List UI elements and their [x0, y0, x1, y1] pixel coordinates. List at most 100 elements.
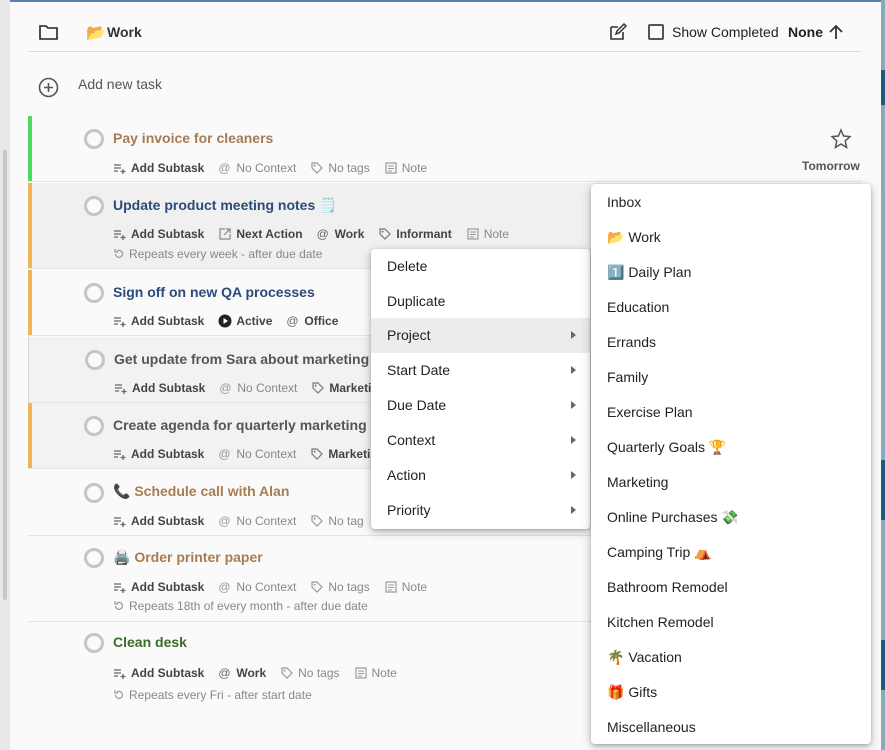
sort-mode-label[interactable]: None [788, 24, 823, 40]
menu-item-context[interactable]: Context [371, 423, 590, 458]
add-subtask-icon [114, 517, 126, 527]
menu-item-duplicate[interactable]: Duplicate [371, 284, 590, 319]
project-option[interactable]: 🎁 Gifts [607, 684, 657, 701]
edit-icon[interactable] [608, 22, 628, 42]
project-option[interactable]: Online Purchases 💸 [607, 509, 739, 526]
note-field[interactable]: Note [384, 580, 427, 594]
add-subtask[interactable]: Add Subtask [113, 580, 204, 594]
menu-item-delete[interactable]: Delete [371, 249, 590, 284]
project-option[interactable]: Marketing [607, 474, 668, 490]
task-title[interactable]: 🖨️ Order printer paper [113, 549, 263, 566]
complete-checkbox[interactable] [84, 483, 104, 503]
project-option[interactable]: Family [607, 369, 648, 385]
task-title[interactable]: 📞 Schedule call with Alan [113, 483, 289, 500]
task-title[interactable]: Create agenda for quarterly marketing me [113, 417, 391, 433]
folder-icon[interactable] [39, 24, 58, 40]
menu-item-project[interactable]: Project [371, 318, 590, 353]
task-meta: Add Subtask Next Action @ Work Informant … [113, 227, 523, 241]
menu-item-due-date[interactable]: Due Date [371, 388, 590, 423]
context-field[interactable]: @ No Context [218, 580, 296, 594]
complete-checkbox[interactable] [84, 416, 104, 436]
task-row[interactable]: Pay invoice for cleaners Add Subtask @ No… [28, 116, 861, 182]
add-subtask[interactable]: Add Subtask [113, 514, 204, 528]
context-field[interactable]: @ Office [286, 314, 338, 328]
left-scrollbar[interactable] [0, 0, 10, 750]
menu-item-start-date[interactable]: Start Date [371, 353, 590, 388]
menu-item-action[interactable]: Action [371, 458, 590, 493]
repeat-info[interactable]: Repeats every Fri - after start date [113, 688, 312, 702]
context-field[interactable]: @ No Context [219, 381, 297, 395]
context-field[interactable]: @ No Context [218, 161, 296, 175]
project-option[interactable]: Miscellaneous [607, 719, 696, 735]
context-field[interactable]: @ Work [317, 227, 365, 241]
tags-field[interactable]: No tags [310, 580, 370, 594]
note-field[interactable]: Note [354, 666, 397, 680]
task-title[interactable]: Update product meeting notes 🗒️ [113, 197, 337, 214]
context-field[interactable]: @ No Context [218, 447, 296, 461]
add-subtask-icon [114, 164, 126, 174]
project-option[interactable]: Kitchen Remodel [607, 614, 714, 630]
tags-field[interactable]: No tags [280, 666, 340, 680]
show-completed-checkbox[interactable] [648, 24, 664, 40]
project-option[interactable]: Bathroom Remodel [607, 579, 728, 595]
task-title[interactable]: Sign off on new QA processes [113, 284, 315, 300]
priority-bar [28, 183, 32, 268]
add-subtask[interactable]: Add Subtask [113, 227, 204, 241]
next-action-icon [219, 228, 231, 240]
arrow-up-icon[interactable] [827, 23, 845, 41]
project-option[interactable]: Quarterly Goals 🏆 [607, 439, 726, 456]
complete-checkbox[interactable] [84, 548, 104, 568]
tags-field[interactable]: Marketi [310, 447, 370, 461]
add-circle-icon[interactable] [38, 77, 59, 98]
task-title[interactable]: Pay invoice for cleaners [113, 130, 273, 146]
repeat-info[interactable]: Repeats every week - after due date [113, 247, 322, 261]
project-option[interactable]: 1️⃣ Daily Plan [607, 264, 691, 281]
action-field[interactable]: Active [218, 314, 272, 328]
add-subtask[interactable]: Add Subtask [113, 666, 204, 680]
repeat-info[interactable]: Repeats 18th of every month - after due … [113, 599, 368, 613]
tag-icon [379, 228, 392, 240]
complete-checkbox[interactable] [84, 633, 104, 653]
add-subtask[interactable]: Add Subtask [113, 161, 204, 175]
project-option[interactable]: Exercise Plan [607, 404, 693, 420]
star-icon[interactable] [830, 128, 852, 150]
add-subtask-icon [114, 669, 126, 679]
action-field[interactable]: Next Action [218, 227, 303, 241]
tag-icon [311, 162, 324, 174]
project-option[interactable]: Camping Trip ⛺ [607, 544, 712, 561]
complete-checkbox[interactable] [84, 196, 104, 216]
tags-field[interactable]: No tag [310, 514, 364, 528]
complete-checkbox[interactable] [85, 350, 105, 370]
context-field[interactable]: @ Work [218, 666, 266, 680]
project-option[interactable]: 🌴 Vacation [607, 649, 682, 666]
complete-checkbox[interactable] [84, 129, 104, 149]
play-circle-icon [218, 314, 232, 328]
project-option[interactable]: Errands [607, 334, 656, 350]
left-scrollbar-thumb[interactable] [3, 150, 7, 600]
project-option[interactable]: Inbox [607, 194, 641, 210]
project-option[interactable]: 📂 Work [607, 229, 661, 246]
note-icon [354, 667, 367, 679]
note-field[interactable]: Note [466, 227, 509, 241]
show-completed-label[interactable]: Show Completed [672, 24, 779, 40]
task-title[interactable]: Get update from Sara about marketing ma [114, 351, 393, 367]
add-subtask[interactable]: Add Subtask [113, 314, 204, 328]
note-field[interactable]: Note [384, 161, 427, 175]
due-date-badge[interactable]: Tomorrow [802, 159, 860, 173]
add-task-label[interactable]: Add new task [78, 76, 162, 92]
tags-field[interactable]: No tags [310, 161, 370, 175]
priority-bar [28, 116, 32, 181]
project-option[interactable]: Education [607, 299, 669, 315]
at-icon: @ [218, 666, 231, 680]
task-meta: Add Subtask @ No Context Marketi [113, 447, 384, 461]
add-subtask[interactable]: Add Subtask [113, 447, 204, 461]
at-icon: @ [218, 447, 231, 461]
tags-field[interactable]: Marketi [311, 381, 371, 395]
complete-checkbox[interactable] [84, 283, 104, 303]
task-title[interactable]: Clean desk [113, 634, 187, 650]
at-icon: @ [218, 514, 231, 528]
context-field[interactable]: @ No Context [218, 514, 296, 528]
menu-item-priority[interactable]: Priority [371, 493, 590, 528]
tags-field[interactable]: Informant [378, 227, 452, 241]
add-subtask[interactable]: Add Subtask [114, 381, 205, 395]
